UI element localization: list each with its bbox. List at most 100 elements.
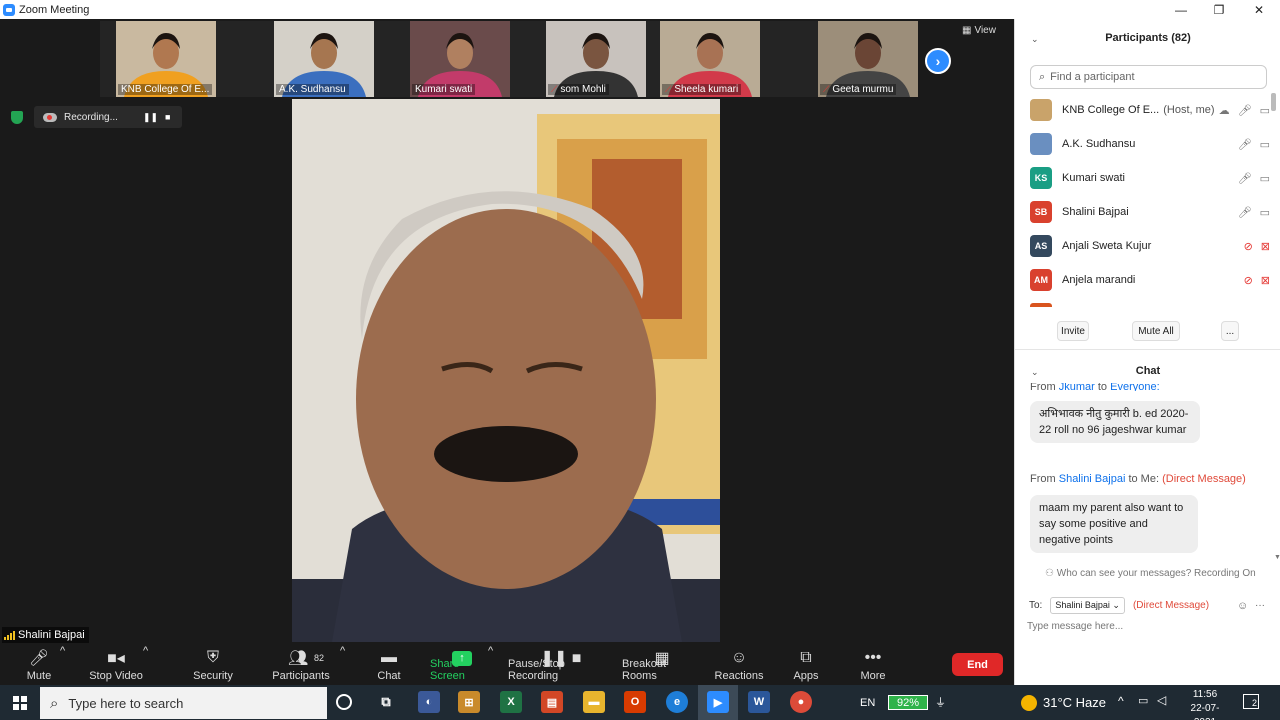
language-indicator[interactable]: EN: [860, 697, 875, 709]
next-page-arrow-icon[interactable]: ›: [925, 48, 951, 74]
microphone-icon[interactable]: 🎤︎: [1238, 206, 1252, 219]
apps-button[interactable]: ⧉ Apps: [790, 645, 822, 685]
pause-stop-recording-button[interactable]: ❚❚ ■ Pause/Stop Recording: [508, 645, 614, 685]
microphone-icon[interactable]: 🎤︎: [1238, 172, 1252, 185]
more-button[interactable]: ••• More: [856, 645, 890, 685]
find-participant-box[interactable]: ⌕: [1030, 65, 1267, 89]
participant-avatar: AM: [1030, 269, 1052, 291]
minimize-icon[interactable]: —: [1162, 0, 1200, 19]
invite-button[interactable]: Invite: [1057, 321, 1089, 341]
stop-recording-icon[interactable]: ■: [165, 112, 170, 122]
participants-more-button[interactable]: ...: [1221, 321, 1239, 341]
participant-avatar: SB: [1030, 201, 1052, 223]
notification-count: 2: [1251, 698, 1257, 708]
chat-privacy-note[interactable]: ⚇ Who can see your messages? Recording O…: [1045, 568, 1256, 579]
video-off-icon[interactable]: ⊠: [1261, 274, 1270, 287]
microphone-icon[interactable]: 🎤︎: [1238, 104, 1252, 117]
participant-thumbnail[interactable]: KNB College Of E...: [116, 21, 216, 97]
view-button[interactable]: ▦ View: [962, 25, 996, 36]
participant-row[interactable]: KNB College Of E... (Host, me) ☁ 🎤︎ ▭: [1030, 93, 1270, 127]
taskbar-search-box[interactable]: ⌕ Type here to search: [40, 687, 327, 719]
audio-options-caret-icon[interactable]: ^: [60, 645, 65, 660]
app-icon[interactable]: ◐: [418, 691, 440, 713]
find-participant-input[interactable]: [1050, 71, 1251, 83]
taskbar-clock[interactable]: 11:56 22-07-2021: [1182, 688, 1228, 720]
chat-button[interactable]: ▬ Chat: [372, 645, 406, 685]
participants-button[interactable]: 👥︎ 82 Participants: [270, 645, 332, 685]
participants-scrollbar[interactable]: [1271, 93, 1276, 111]
store-icon[interactable]: ⊞: [458, 691, 480, 713]
participant-row[interactable]: AS Anjali Sweta Kujur ⊘ ⊠: [1030, 229, 1270, 263]
stop-video-button[interactable]: ■◂ Stop Video: [86, 645, 146, 685]
edge-icon[interactable]: e: [666, 691, 688, 713]
active-speaker-name: Shalini Bajpai: [18, 629, 85, 641]
muted-mic-icon[interactable]: ⊘: [1244, 274, 1253, 287]
weather-widget[interactable]: 31°C Haze: [1021, 685, 1106, 720]
participant-thumbnail[interactable]: ⟋ som Mohli: [546, 21, 646, 97]
volume-icon[interactable]: ◁: [1157, 693, 1166, 707]
video-camera-icon[interactable]: ▭: [1260, 206, 1270, 219]
active-speaker-name-tag: Shalini Bajpai: [2, 627, 89, 643]
zoom-taskbar-icon[interactable]: ▶: [707, 691, 729, 713]
mute-all-button[interactable]: Mute All: [1132, 321, 1180, 341]
office-icon[interactable]: O: [624, 691, 646, 713]
word-icon[interactable]: W: [748, 691, 770, 713]
taskbar-search-placeholder: Type here to search: [68, 695, 184, 711]
security-button[interactable]: ⛨ Security: [190, 645, 236, 685]
participant-status-icons: ☁ 🎤︎ ▭: [1219, 93, 1270, 127]
network-icon[interactable]: ▭: [1138, 694, 1148, 707]
chat-more-icon[interactable]: ···: [1255, 600, 1265, 611]
maximize-icon[interactable]: ❐: [1200, 0, 1238, 19]
start-button[interactable]: [0, 685, 40, 720]
chat-message-input[interactable]: [1027, 621, 1267, 632]
battery-indicator[interactable]: 92%: [888, 695, 928, 710]
chat-scroll-down-icon[interactable]: ▼: [1274, 554, 1280, 561]
participant-thumbnail[interactable]: ⟋ Geeta murmu: [818, 21, 918, 97]
mute-button[interactable]: 🎤︎ Mute: [18, 645, 60, 685]
meeting-toolbar: 🎤︎ Mute ^ ■◂ Stop Video ^ ⛨ Security 👥︎ …: [0, 645, 1014, 685]
task-view-icon[interactable]: ⧉: [375, 691, 397, 713]
video-off-icon[interactable]: ⊠: [1261, 240, 1270, 253]
participant-row[interactable]: A.K. Sudhansu 🎤︎ ▭: [1030, 127, 1270, 161]
file-explorer-icon[interactable]: ▬: [583, 691, 605, 713]
video-camera-icon[interactable]: ▭: [1260, 104, 1270, 117]
close-icon[interactable]: ✕: [1240, 0, 1278, 19]
people-icon: 👥︎: [288, 650, 309, 667]
participant-row[interactable]: AM Anjela marandi ⊘ ⊠: [1030, 263, 1270, 297]
participant-thumbnail[interactable]: A.K. Sudhansu: [274, 21, 374, 97]
emoji-icon[interactable]: ☺: [1237, 600, 1248, 612]
view-label: View: [974, 25, 996, 36]
side-panel: ⌄ Participants (82) ⌕ KNB College Of E..…: [1014, 19, 1280, 685]
participant-name: KNB College Of E...: [1062, 104, 1160, 116]
reactions-button[interactable]: ☺ Reactions: [714, 645, 764, 685]
participant-thumbnail-name: ⟋ som Mohli: [548, 84, 609, 95]
share-screen-button[interactable]: ↑ Share Screen: [430, 645, 494, 685]
participant-status-icons: ⊘ ⊠: [1244, 229, 1270, 263]
video-camera-icon[interactable]: ▭: [1260, 138, 1270, 151]
participants-options-caret-icon[interactable]: ^: [340, 645, 345, 660]
encryption-shield-icon[interactable]: [11, 111, 23, 124]
participant-thumbnail[interactable]: Kumari swati: [410, 21, 510, 97]
pdf-app-icon[interactable]: ▤: [541, 691, 563, 713]
end-meeting-button[interactable]: End: [952, 653, 1003, 676]
participant-row[interactable]: SB Shalini Bajpai 🎤︎ ▭: [1030, 195, 1270, 229]
excel-icon[interactable]: X: [500, 691, 522, 713]
muted-mic-icon[interactable]: ⊘: [1244, 240, 1253, 253]
show-hidden-icons-icon[interactable]: ^: [1118, 694, 1124, 708]
windows-taskbar: ⌕ Type here to search ⧉ ◐ ⊞ X ▤ ▬ O e ▶ …: [0, 685, 1280, 720]
chrome-icon[interactable]: ●: [790, 691, 812, 713]
participant-row[interactable]: KS Kumari swati 🎤︎ ▭: [1030, 161, 1270, 195]
microphone-icon[interactable]: 🎤︎: [1238, 138, 1252, 151]
participant-thumbnail[interactable]: ⟋ Sheela kumari: [660, 21, 760, 97]
cortana-icon[interactable]: [336, 694, 352, 710]
chat-message-bubble: अभिभावक नीतु कुमारी b. ed 2020-22 roll n…: [1030, 401, 1200, 443]
share-options-caret-icon[interactable]: ^: [488, 645, 493, 660]
video-camera-icon[interactable]: ▭: [1260, 172, 1270, 185]
recipient-dropdown[interactable]: Shalini Bajpai ⌄: [1050, 597, 1125, 614]
breakout-rooms-button[interactable]: ▦ Breakout Rooms: [622, 645, 702, 685]
pause-recording-icon[interactable]: ❚❚: [143, 112, 158, 123]
zoom-app-icon: [3, 3, 15, 16]
chat-title: Chat: [1135, 365, 1161, 377]
video-options-caret-icon[interactable]: ^: [143, 645, 148, 660]
notifications-icon[interactable]: 2: [1243, 694, 1259, 709]
